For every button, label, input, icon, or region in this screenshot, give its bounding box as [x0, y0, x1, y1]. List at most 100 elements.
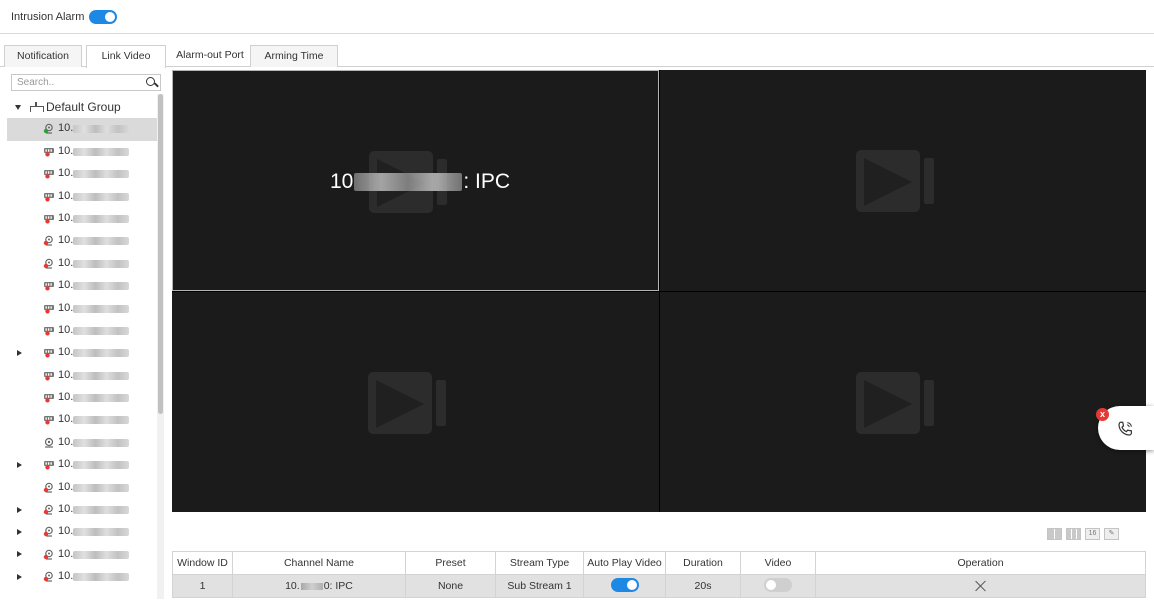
edit-icon[interactable]: ✎	[1104, 528, 1119, 540]
expand-arrow-icon[interactable]	[17, 506, 22, 513]
nvr-offline-icon	[43, 325, 55, 336]
tree-device-item[interactable]: 10.	[7, 454, 157, 476]
video-pane-3[interactable]	[172, 292, 659, 512]
tree-device-item[interactable]: 10.	[7, 163, 157, 185]
linked-channel-table: Window ID Channel Name Preset Stream Typ…	[172, 551, 1146, 598]
intrusion-alarm-toggle[interactable]	[89, 9, 118, 24]
device-ip-label: 10.	[58, 167, 74, 180]
tree-device-item[interactable]: 10.	[7, 342, 157, 364]
device-ip-label: 10.	[58, 211, 74, 224]
device-ip-label: 10.	[58, 413, 74, 426]
device-ip-redacted	[73, 394, 129, 403]
tab-notification[interactable]: Notification	[4, 45, 82, 67]
expand-arrow-icon[interactable]	[17, 551, 22, 558]
device-ip-label: 10.	[58, 256, 74, 269]
tab-link-video[interactable]: Link Video	[86, 45, 166, 68]
tree-device-item[interactable]: 10.	[7, 499, 157, 521]
tree-device-item[interactable]: 10.	[7, 186, 157, 208]
layout-toolbar: 16 ✎	[1047, 528, 1119, 540]
search-box[interactable]: Search..	[11, 74, 161, 91]
camera-placeholder-icon	[856, 150, 934, 212]
nvr-offline-icon	[43, 213, 55, 224]
search-icon[interactable]	[144, 75, 160, 90]
camera-online-icon	[43, 123, 55, 134]
tree-device-item[interactable]: 10.	[7, 544, 157, 566]
call-widget[interactable]: x	[1096, 406, 1154, 450]
video-channel-overlay: 10: IPC	[330, 170, 511, 193]
video-pane-4[interactable]	[660, 292, 1146, 512]
expand-arrow-icon[interactable]	[17, 461, 22, 468]
device-ip-label: 10.	[58, 144, 74, 157]
window-id-cell: 1	[172, 574, 233, 598]
device-ip-redacted	[73, 125, 129, 134]
device-ip-redacted	[73, 438, 129, 447]
camera-offline-icon	[43, 235, 55, 246]
device-ip-redacted	[73, 349, 129, 358]
tab-arming-time[interactable]: Arming Time	[250, 45, 338, 67]
preset-cell[interactable]: None	[405, 574, 496, 598]
tree-device-item[interactable]: 10.	[7, 275, 157, 297]
device-ip-redacted	[73, 214, 129, 223]
layout-4-icon[interactable]	[1047, 528, 1062, 540]
video-pane-2[interactable]	[660, 70, 1146, 291]
col-stream-type: Stream Type	[495, 551, 584, 575]
dome-camera-icon	[43, 437, 55, 448]
col-duration: Duration	[665, 551, 741, 575]
col-channel-name: Channel Name	[232, 551, 406, 575]
expand-arrow-icon[interactable]	[17, 528, 22, 535]
nvr-offline-icon	[43, 392, 55, 403]
duration-cell[interactable]: 20s	[665, 574, 741, 598]
layout-9-icon[interactable]	[1066, 528, 1081, 540]
camera-placeholder-icon	[368, 372, 446, 434]
device-ip-label: 10.	[58, 503, 74, 516]
delete-icon[interactable]	[975, 580, 987, 592]
col-preset: Preset	[405, 551, 496, 575]
tree-device-item[interactable]: 10.	[7, 141, 157, 163]
nvr-offline-icon	[43, 168, 55, 179]
collapse-arrow-icon[interactable]	[15, 105, 21, 110]
device-ip-redacted	[73, 573, 129, 582]
nvr-offline-icon	[43, 414, 55, 425]
expand-arrow-icon[interactable]	[17, 573, 22, 580]
tree-device-item[interactable]: 10.	[7, 566, 157, 588]
device-ip-redacted	[73, 528, 129, 537]
org-tree-icon	[30, 102, 44, 112]
tree-device-item[interactable]: 10.	[7, 387, 157, 409]
expand-arrow-icon[interactable]	[17, 349, 22, 356]
tree-device-item[interactable]: 10.	[7, 230, 157, 252]
search-input[interactable]: Search..	[12, 77, 144, 88]
device-ip-label: 10.	[58, 570, 74, 583]
device-ip-redacted	[73, 461, 129, 470]
tree-device-item[interactable]: 10.	[7, 477, 157, 499]
camera-offline-icon	[43, 571, 55, 582]
device-ip-label: 10.	[58, 458, 74, 471]
col-operation: Operation	[815, 551, 1146, 575]
channel-name-cell: 10. 0: IPC	[232, 574, 406, 598]
video-pane-1[interactable]: 10: IPC	[172, 70, 659, 291]
tree-device-item[interactable]: 10.	[7, 118, 157, 141]
layout-16-button[interactable]: 16	[1085, 528, 1100, 540]
device-ip-redacted	[73, 371, 129, 380]
call-close-badge[interactable]: x	[1096, 408, 1109, 421]
video-toggle[interactable]	[764, 577, 792, 592]
stream-type-cell[interactable]: Sub Stream 1	[495, 574, 584, 598]
nvr-offline-icon	[43, 347, 55, 358]
page-title: Intrusion Alarm	[11, 10, 85, 23]
tree-device-item[interactable]: 10.	[7, 432, 157, 454]
device-ip-label: 10.	[58, 525, 74, 538]
tree-device-item[interactable]: 10.	[7, 298, 157, 320]
tree-scrollbar-thumb[interactable]	[158, 94, 163, 414]
tree-device-item[interactable]: 10.	[7, 409, 157, 431]
table-row[interactable]: 1 10. 0: IPC None Sub Stream 1 20s	[172, 574, 1146, 598]
tab-alarm-out-port[interactable]: Alarm-out Port	[170, 45, 250, 67]
device-ip-label: 10.	[58, 189, 74, 202]
tree-device-item[interactable]: 10.	[7, 253, 157, 275]
tree-device-item[interactable]: 10.	[7, 365, 157, 387]
device-ip-label: 10.	[58, 391, 74, 404]
auto-play-toggle[interactable]	[610, 577, 639, 592]
tree-group-default[interactable]: Default Group	[7, 96, 157, 118]
tree-device-item[interactable]: 10.	[7, 521, 157, 543]
tree-device-item[interactable]: 10.	[7, 320, 157, 342]
tree-device-item[interactable]: 10.	[7, 208, 157, 230]
operation-cell	[815, 574, 1146, 598]
